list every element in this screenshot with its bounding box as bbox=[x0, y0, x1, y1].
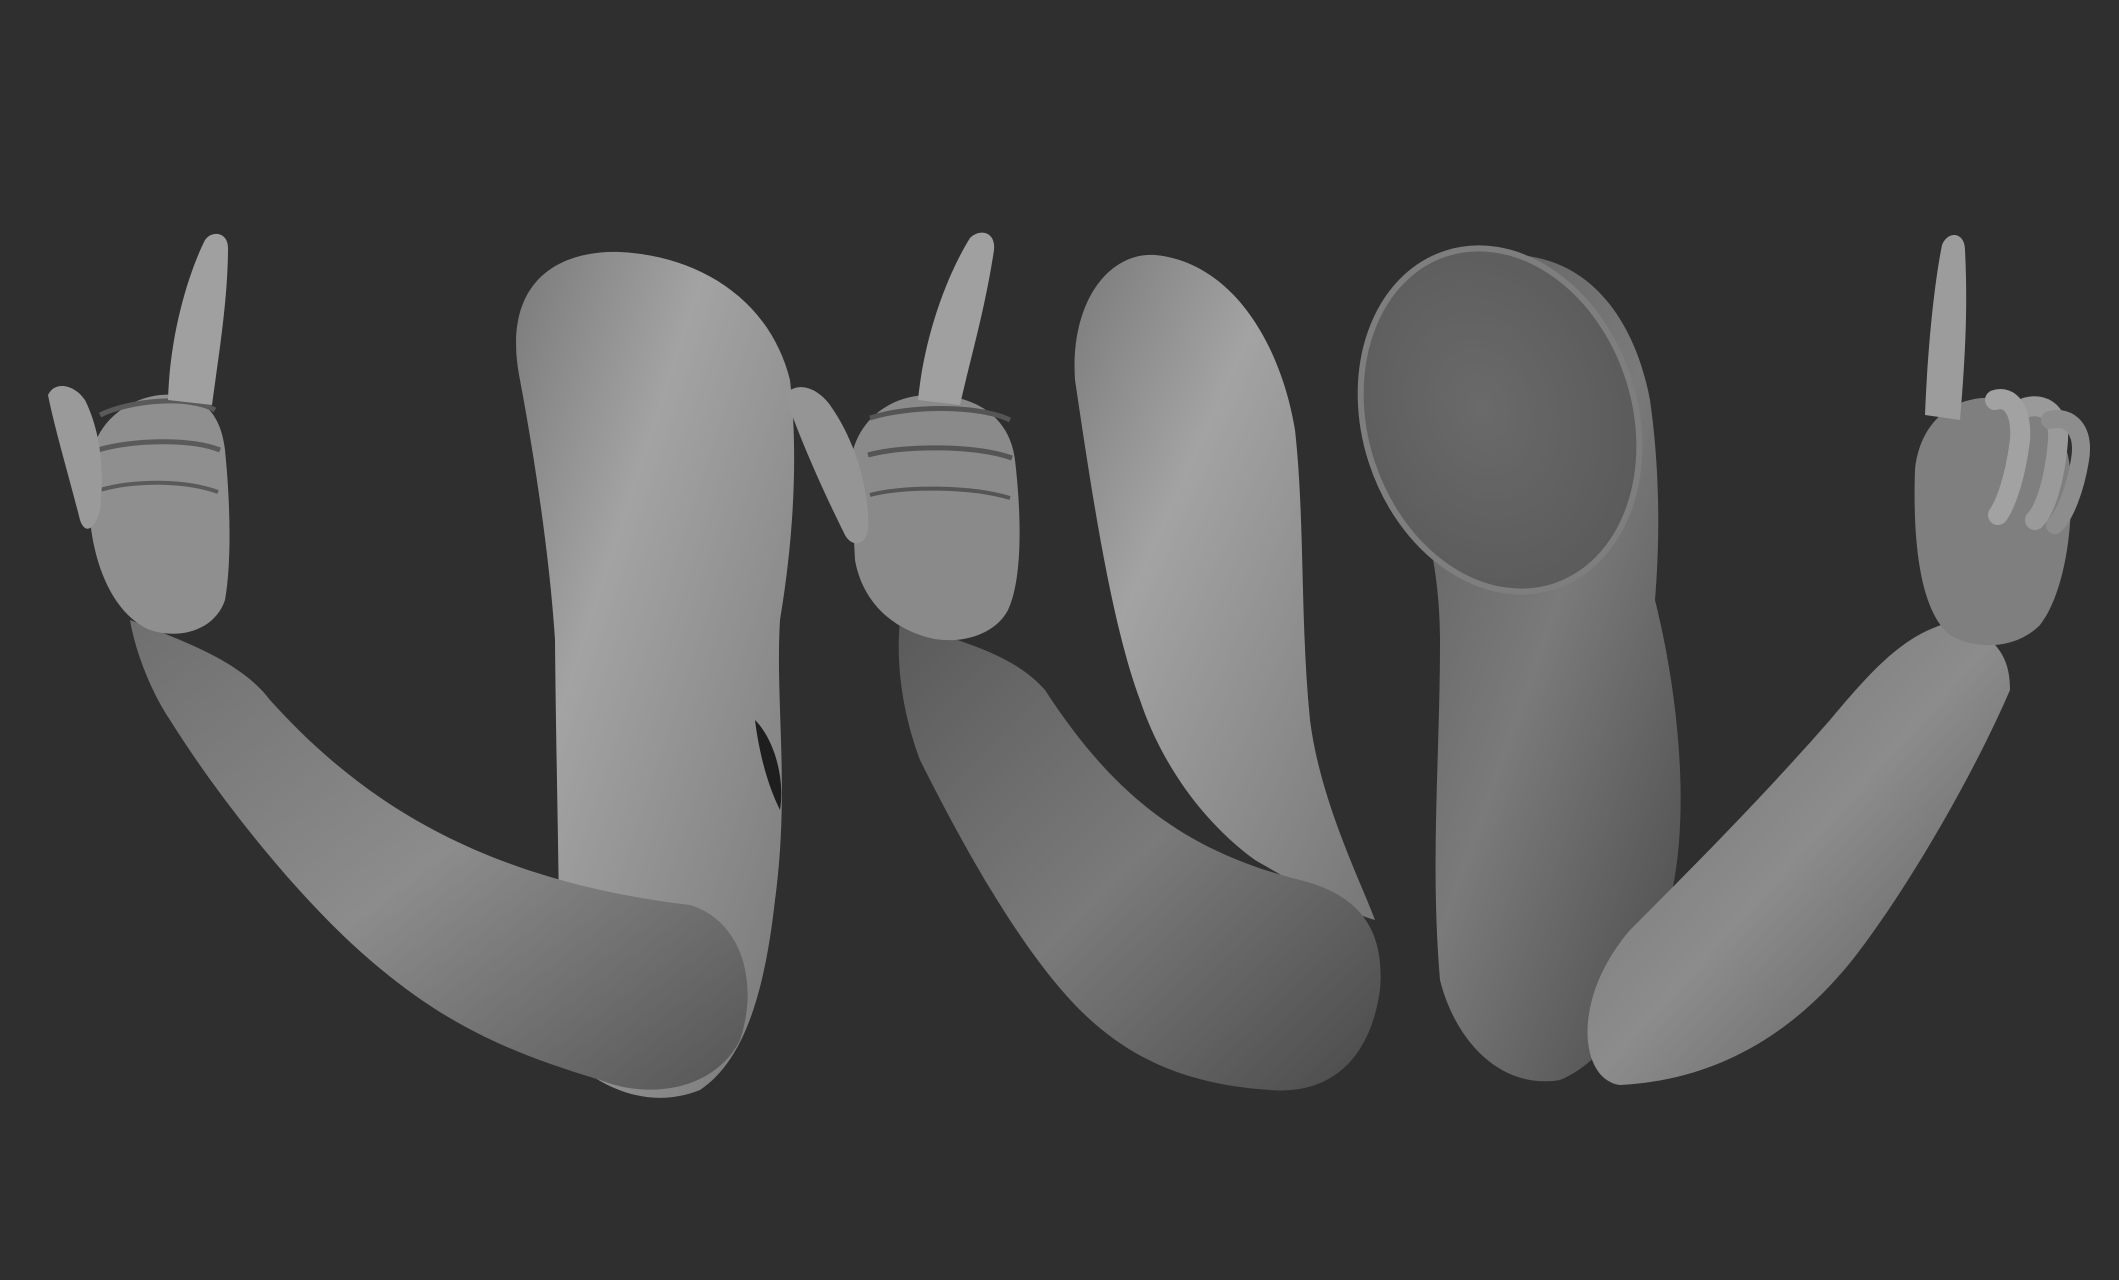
arm-front-view bbox=[48, 233, 795, 1098]
hand bbox=[90, 394, 230, 634]
arm-three-quarter-view bbox=[785, 232, 1381, 1091]
index-finger bbox=[918, 232, 995, 405]
viewport bbox=[0, 0, 2119, 1280]
index-finger bbox=[1925, 234, 1967, 420]
thumb bbox=[48, 385, 102, 529]
hand bbox=[850, 395, 1020, 641]
thumb bbox=[785, 387, 869, 544]
sculpt-render bbox=[48, 232, 2090, 1098]
arm-back-view bbox=[1357, 234, 2090, 1085]
index-finger bbox=[168, 233, 228, 405]
